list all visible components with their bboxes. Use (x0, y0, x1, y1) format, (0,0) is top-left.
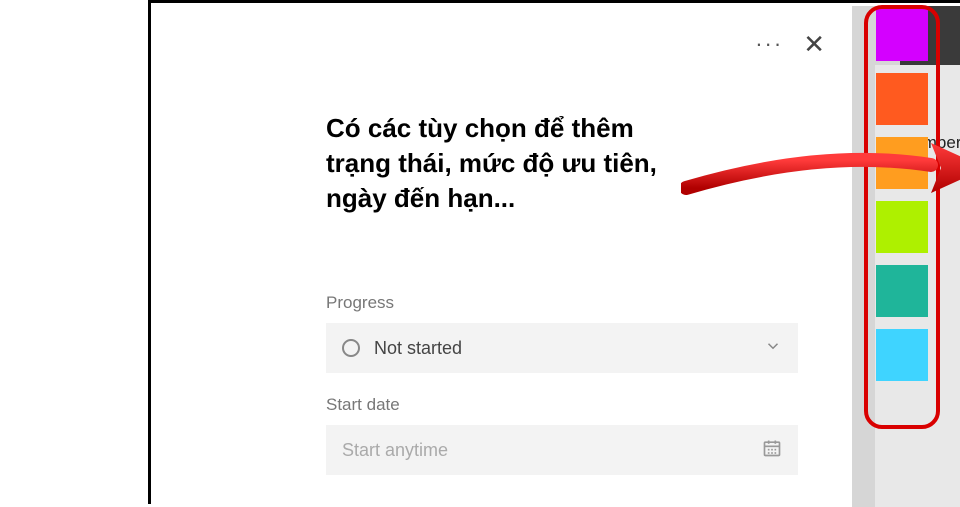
dialog-frame: ··· ✕ Có các tùy chọn để thêm trạng thái… (148, 0, 960, 504)
swatch-teal[interactable] (876, 265, 928, 317)
swatch-magenta[interactable] (876, 9, 928, 61)
status-circle-icon (342, 339, 360, 357)
close-icon[interactable]: ✕ (803, 31, 825, 57)
swatch-orange[interactable] (876, 137, 928, 189)
color-swatch-column (876, 9, 930, 381)
form-area: Progress Not started Start date Start an… (326, 293, 798, 475)
start-date-input[interactable]: Start anytime (326, 425, 798, 475)
swatch-orange-red[interactable] (876, 73, 928, 125)
start-date-placeholder: Start anytime (342, 440, 762, 461)
start-date-label: Start date (326, 395, 798, 415)
swatch-cyan[interactable] (876, 329, 928, 381)
header-actions: ··· ✕ (755, 31, 825, 57)
annotation-text: Có các tùy chọn để thêm trạng thái, mức … (326, 111, 696, 216)
progress-label: Progress (326, 293, 798, 313)
more-icon[interactable]: ··· (755, 33, 783, 55)
calendar-icon (762, 438, 782, 463)
chevron-down-icon (764, 337, 782, 360)
progress-value: Not started (374, 338, 764, 359)
swatch-lime[interactable] (876, 201, 928, 253)
progress-dropdown[interactable]: Not started (326, 323, 798, 373)
